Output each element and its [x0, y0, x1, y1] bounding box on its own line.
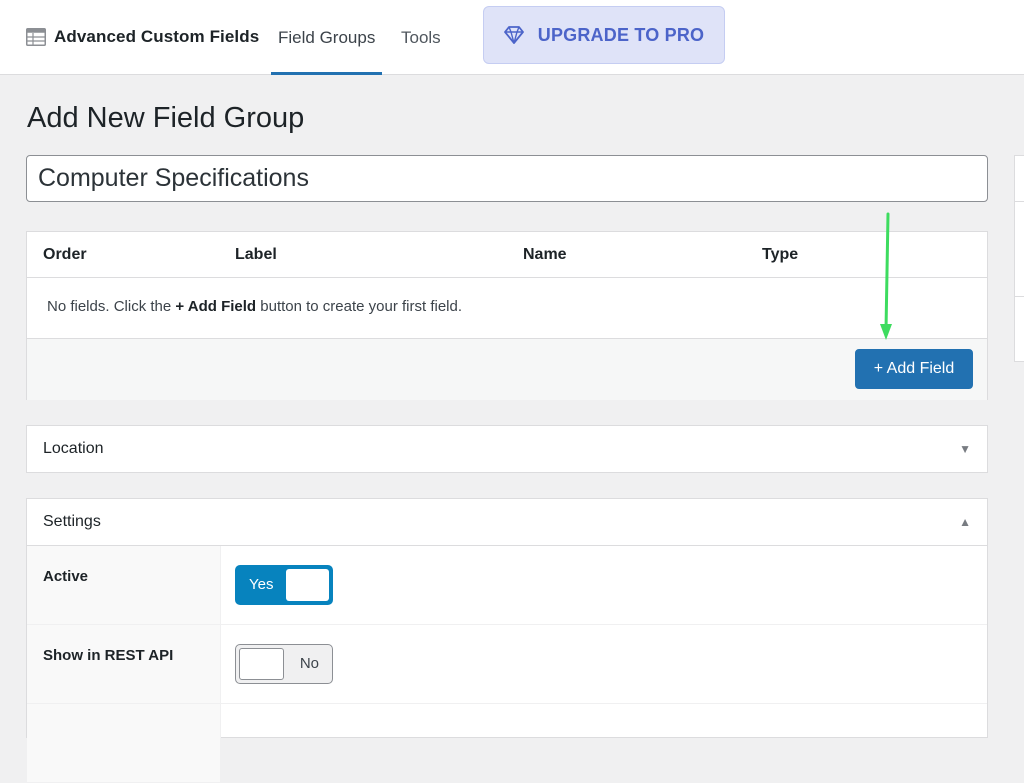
- toggle-knob: [239, 648, 284, 680]
- fields-table: Order Label Name Type No fields. Click t…: [26, 231, 988, 400]
- page-title: Add New Field Group: [27, 102, 305, 134]
- brand-name: Advanced Custom Fields: [54, 27, 260, 46]
- settings-panel-body: Active Yes Show in REST API No: [27, 545, 987, 783]
- fields-table-header: Order Label Name Type: [27, 232, 987, 278]
- brand[interactable]: Advanced Custom Fields: [26, 26, 259, 48]
- column-order: Order: [43, 246, 87, 263]
- no-fields-text-after: button to create your first field.: [256, 298, 463, 315]
- add-field-button[interactable]: + Add Field: [855, 349, 973, 389]
- no-fields-text-bold: + Add Field: [175, 298, 257, 315]
- settings-panel-title: Settings: [43, 513, 101, 530]
- location-panel-title: Location: [43, 440, 104, 457]
- location-panel: Location ▼: [26, 425, 988, 473]
- rest-api-toggle-text: No: [299, 655, 319, 672]
- settings-panel: Settings ▲ Active Yes Show in REST API N…: [26, 498, 988, 783]
- active-toggle-text: Yes: [249, 576, 274, 593]
- column-name: Name: [523, 246, 567, 263]
- setting-label-cell: Active: [27, 546, 221, 624]
- no-fields-text-before: No fields. Click the: [47, 298, 176, 315]
- setting-row-active: Active Yes: [27, 546, 987, 625]
- nav-tab-field-groups[interactable]: Field Groups: [270, 0, 383, 75]
- upgrade-to-pro-button[interactable]: UPGRADE TO PRO: [483, 6, 725, 64]
- caret-down-icon[interactable]: ▼: [959, 426, 971, 472]
- diamond-icon: [503, 26, 524, 44]
- upgrade-label: UPGRADE TO PRO: [537, 24, 705, 45]
- rest-api-toggle-switch[interactable]: No: [235, 644, 333, 684]
- caret-up-icon[interactable]: ▲: [959, 499, 971, 545]
- sidebar-panel-edge: [1014, 155, 1024, 362]
- field-group-title-input[interactable]: [26, 155, 988, 202]
- setting-row-show-in-rest-api: Show in REST API No: [27, 625, 987, 704]
- setting-label-cell: Show in REST API: [27, 625, 221, 703]
- column-label: Label: [235, 246, 277, 263]
- toggle-knob: [286, 569, 329, 601]
- column-type: Type: [762, 246, 799, 263]
- top-navigation-bar: Advanced Custom Fields Field Groups Tool…: [0, 0, 1024, 75]
- setting-label-active: Active: [43, 568, 89, 585]
- settings-panel-header[interactable]: Settings ▲: [27, 499, 987, 545]
- location-panel-header[interactable]: Location ▼: [27, 426, 987, 472]
- active-toggle-switch[interactable]: Yes: [235, 565, 333, 605]
- setting-label-rest-api: Show in REST API: [43, 647, 174, 664]
- annotation-arrow-icon: [880, 212, 892, 340]
- nav-tab-tools[interactable]: Tools: [401, 0, 441, 75]
- no-fields-message: No fields. Click the + Add Field button …: [47, 298, 462, 315]
- fields-table-footer: + Add Field: [27, 338, 987, 400]
- table-grid-icon: [26, 28, 46, 46]
